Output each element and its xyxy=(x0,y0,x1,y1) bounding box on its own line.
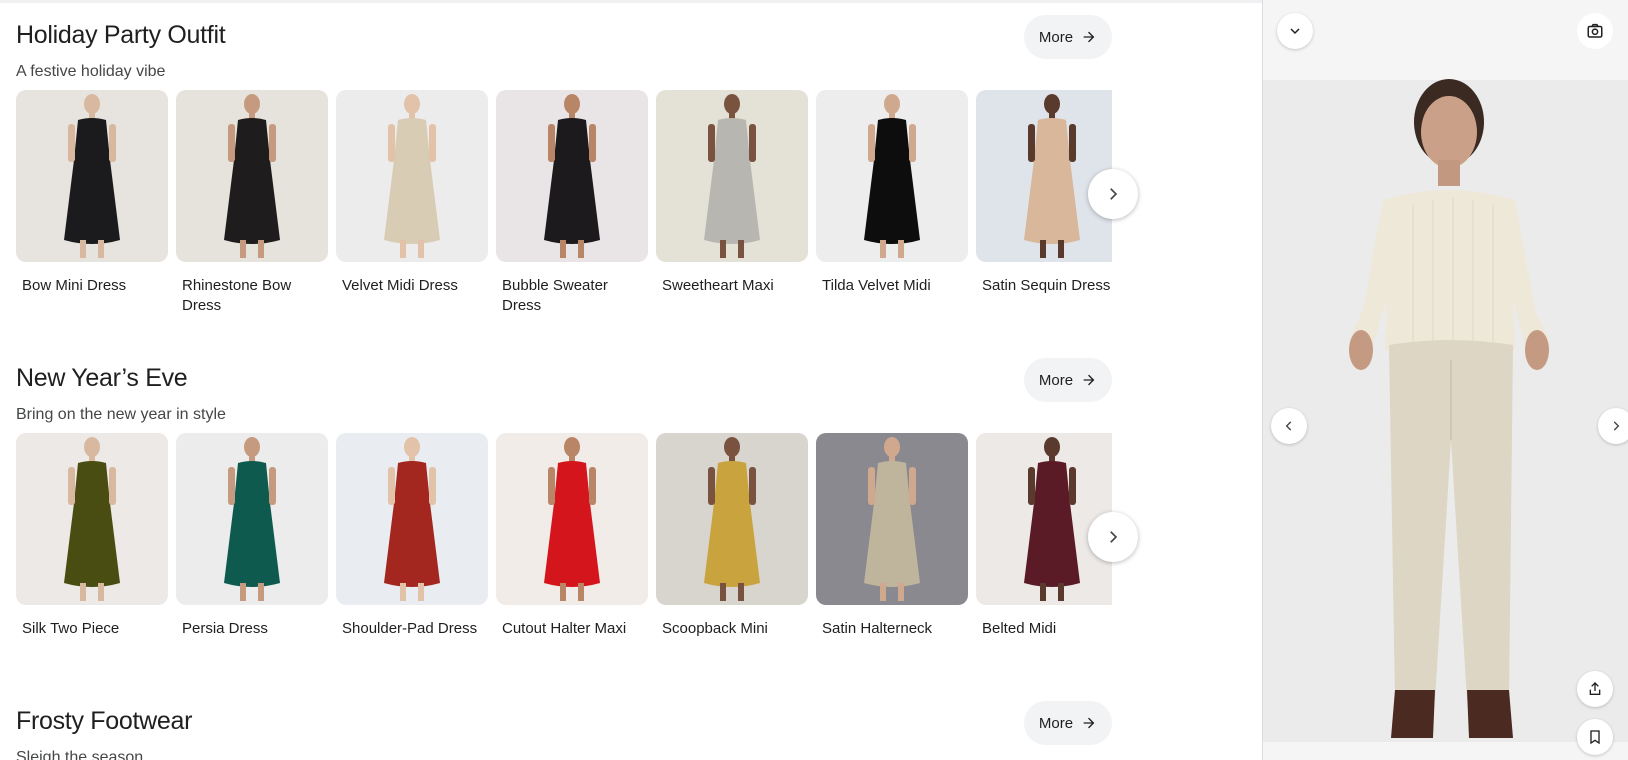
arrow-right-icon xyxy=(1083,717,1095,729)
product-name: Shoulder-Pad Dress xyxy=(342,620,478,637)
chevron-right-icon xyxy=(1613,421,1620,431)
product-card[interactable]: Bubble Sweater Dress xyxy=(496,90,648,316)
bookmark-icon xyxy=(1590,730,1600,745)
dress-illustration xyxy=(496,433,648,605)
product-card[interactable]: Rhinestone Bow Dress xyxy=(176,90,328,316)
product-name: Rhinestone Bow Dress xyxy=(182,277,292,314)
product-image xyxy=(16,433,168,605)
product-preview-panel xyxy=(1262,0,1628,760)
product-card[interactable]: Tilda Velvet Midi xyxy=(816,90,968,296)
dress-illustration xyxy=(176,90,328,262)
more-button[interactable]: More xyxy=(1024,358,1112,402)
product-name: Bow Mini Dress xyxy=(22,277,127,294)
visual-search-button[interactable] xyxy=(1577,13,1613,49)
product-name: Scoopback Mini xyxy=(662,620,768,637)
carousel-next-button[interactable] xyxy=(1088,169,1138,219)
product-image xyxy=(976,90,1112,262)
product-image xyxy=(176,90,328,262)
next-image-button[interactable] xyxy=(1598,408,1628,444)
product-name: Bubble Sweater Dress xyxy=(502,277,608,314)
product-name: Tilda Velvet Midi xyxy=(822,277,931,294)
product-image xyxy=(816,433,968,605)
product-image xyxy=(656,433,808,605)
product-name: Persia Dress xyxy=(182,620,268,637)
product-card[interactable]: Persia Dress xyxy=(176,433,328,639)
section-title: Holiday Party Outfit xyxy=(16,21,226,49)
arrow-right-icon xyxy=(1083,374,1095,386)
collections-feed: Holiday Party Outfit A festive holiday v… xyxy=(0,0,1262,760)
more-button[interactable]: More xyxy=(1024,15,1112,59)
chevron-left-icon xyxy=(1285,421,1292,431)
more-button-label: More xyxy=(1038,714,1074,732)
dress-illustration xyxy=(816,90,968,262)
product-name: Cutout Halter Maxi xyxy=(502,620,627,637)
section-title: New Year’s Eve xyxy=(16,364,188,392)
product-image xyxy=(336,90,488,262)
chevron-right-icon xyxy=(1110,531,1118,543)
section-subtitle: Sleigh the season xyxy=(16,749,144,760)
dress-illustration xyxy=(816,433,968,605)
collapse-button[interactable] xyxy=(1277,13,1313,49)
product-image xyxy=(16,90,168,262)
save-button[interactable] xyxy=(1577,719,1613,755)
section-subtitle: A festive holiday vibe xyxy=(16,63,166,80)
product-card[interactable]: Scoopback Mini xyxy=(656,433,808,639)
chevron-down-icon xyxy=(1290,28,1300,35)
product-card[interactable]: Cutout Halter Maxi xyxy=(496,433,648,639)
product-card[interactable]: Satin Halterneck xyxy=(816,433,968,639)
product-carousel: Silk Two Piece Persia Dress Shoulder-Pad… xyxy=(16,433,1112,673)
product-card[interactable]: Silk Two Piece xyxy=(16,433,168,639)
camera-icon xyxy=(1587,23,1603,38)
product-image xyxy=(496,90,648,262)
more-button-label: More xyxy=(1038,371,1074,389)
dress-illustration xyxy=(176,433,328,605)
product-card[interactable]: Bow Mini Dress xyxy=(16,90,168,296)
dress-illustration xyxy=(16,433,168,605)
section-subtitle: Bring on the new year in style xyxy=(16,406,226,423)
product-name: Belted Midi xyxy=(982,620,1057,637)
dress-illustration xyxy=(656,90,808,262)
dress-illustration xyxy=(496,90,648,262)
product-image xyxy=(176,433,328,605)
dress-illustration xyxy=(336,433,488,605)
product-image xyxy=(816,90,968,262)
product-image xyxy=(496,433,648,605)
share-icon xyxy=(1589,682,1601,695)
product-name: Satin Sequin Dress xyxy=(982,277,1111,294)
product-image xyxy=(336,433,488,605)
product-name: Velvet Midi Dress xyxy=(342,277,458,294)
product-image xyxy=(976,433,1112,605)
previous-image-button[interactable] xyxy=(1271,408,1307,444)
dress-illustration xyxy=(16,90,168,262)
dress-illustration xyxy=(336,90,488,262)
carousel-next-button[interactable] xyxy=(1088,512,1138,562)
product-image xyxy=(656,90,808,262)
dress-illustration xyxy=(976,90,1112,262)
product-name: Silk Two Piece xyxy=(22,620,120,637)
model-image xyxy=(1263,0,1628,760)
more-button[interactable]: More xyxy=(1024,701,1112,745)
product-name: Satin Halterneck xyxy=(822,620,933,637)
more-button-label: More xyxy=(1038,28,1074,46)
dress-illustration xyxy=(976,433,1112,605)
product-carousel: Bow Mini Dress Rhinestone Bow Dress Velv… xyxy=(16,90,1112,330)
top-divider xyxy=(0,0,1262,3)
section-title: Frosty Footwear xyxy=(16,707,193,735)
arrow-right-icon xyxy=(1083,31,1095,43)
product-card[interactable]: Velvet Midi Dress xyxy=(336,90,488,296)
dress-illustration xyxy=(656,433,808,605)
chevron-right-icon xyxy=(1110,188,1118,200)
product-card[interactable]: Sweetheart Maxi xyxy=(656,90,808,296)
share-button[interactable] xyxy=(1577,671,1613,707)
product-card[interactable]: Shoulder-Pad Dress xyxy=(336,433,488,639)
product-name: Sweetheart Maxi xyxy=(662,277,774,294)
